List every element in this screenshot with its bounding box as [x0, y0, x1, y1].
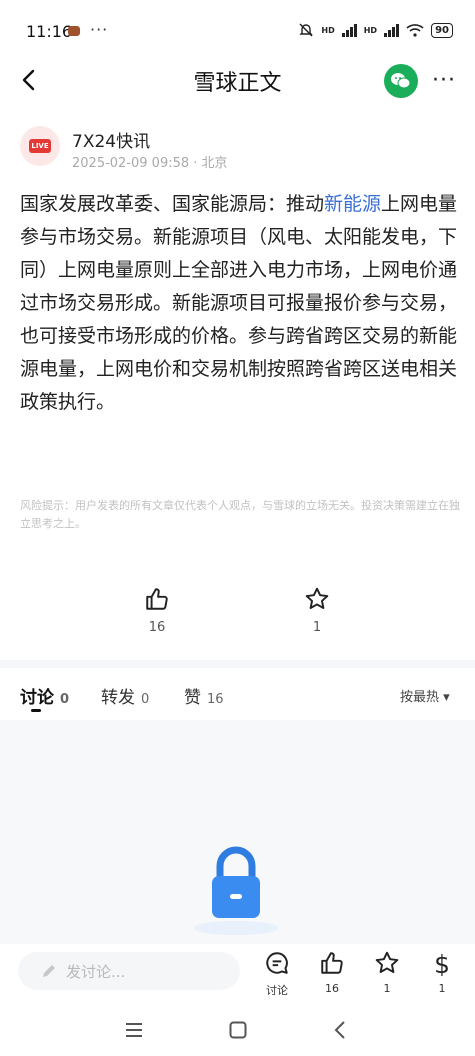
status-time: 11:16 — [26, 22, 73, 41]
risk-notice: 风险提示：用户发表的所有文章仅代表个人观点，与雪球的立场无关。投资决策需建立在独… — [20, 499, 460, 530]
thumbs-up-icon — [146, 588, 168, 610]
comment-input-placeholder: 发讨论... — [66, 963, 126, 981]
tab-likes-label: 赞 — [184, 688, 201, 708]
favorite-stat-button[interactable]: 1 — [287, 586, 347, 635]
system-nav-bar — [0, 1004, 475, 1056]
avatar[interactable]: LIVE — [20, 126, 60, 166]
pencil-icon — [43, 965, 55, 977]
wechat-icon — [391, 73, 411, 89]
network-label-1: HD — [321, 25, 335, 35]
status-more-icon: ··· — [90, 20, 109, 39]
sort-dropdown[interactable]: 按最热 ▾ — [400, 686, 450, 705]
comment-button[interactable]: 讨论 — [257, 950, 297, 998]
article-text-pre: 国家发展改革委、国家能源局：推动 — [20, 193, 325, 215]
like-button-count: 16 — [325, 982, 339, 995]
more-menu-icon[interactable]: ··· — [432, 68, 456, 93]
comments-empty-area — [0, 720, 475, 950]
stock-tag-link[interactable]: 新能源 — [324, 193, 381, 215]
app-notification-icon — [68, 26, 80, 36]
star-icon — [305, 587, 329, 609]
thumbs-up-icon — [321, 952, 343, 974]
reward-button-count: 1 — [438, 982, 446, 995]
tab-likes[interactable]: 赞 16 — [184, 683, 224, 708]
mute-bell-icon — [299, 23, 314, 37]
lock-icon — [194, 846, 278, 935]
like-stat-button[interactable]: 16 — [127, 586, 187, 635]
tab-repost-label: 转发 — [101, 688, 135, 708]
article-text-post: 上网电量参与市场交易。新能源项目（风电、太阳能发电，下同）上网电量原则上全部进入… — [20, 193, 458, 413]
wechat-share-button[interactable] — [384, 64, 418, 98]
live-badge: LIVE — [29, 139, 51, 153]
signal-icon-2 — [384, 23, 400, 37]
signal-icon-1 — [341, 23, 357, 37]
article-body: 国家发展改革委、国家能源局：推动新能源上网电量参与市场交易。新能源项目（风电、太… — [20, 188, 460, 419]
author-name[interactable]: 7X24快讯 — [72, 127, 150, 152]
wifi-icon — [406, 24, 424, 37]
comment-input[interactable]: 发讨论... — [18, 952, 240, 990]
tab-discussion-count: 0 — [60, 692, 70, 707]
like-button[interactable]: 16 — [312, 950, 352, 995]
tab-likes-count: 16 — [207, 692, 224, 707]
section-divider — [0, 660, 475, 668]
svg-text:$: $ — [434, 950, 450, 976]
favorite-count: 1 — [312, 620, 322, 635]
status-indicators: HD HD 90 — [298, 22, 453, 38]
back-nav-icon[interactable] — [332, 1020, 348, 1040]
menu-icon[interactable] — [124, 1021, 144, 1039]
like-count: 16 — [148, 620, 166, 635]
post-meta: 2025-02-09 09:58 · 北京 — [72, 156, 228, 171]
tab-repost[interactable]: 转发 0 — [101, 683, 149, 708]
reward-button[interactable]: $ 1 — [422, 950, 462, 995]
tab-discussion-label: 讨论 — [20, 688, 54, 708]
network-label-2: HD — [363, 25, 378, 35]
star-icon — [375, 951, 399, 973]
favorite-button[interactable]: 1 — [367, 950, 407, 995]
comment-button-label: 讨论 — [266, 984, 288, 997]
battery-icon: 90 — [431, 22, 453, 38]
status-bar: 11:16 ··· HD HD 90 — [0, 0, 475, 62]
home-icon[interactable] — [228, 1020, 248, 1040]
favorite-button-count: 1 — [383, 982, 391, 995]
comment-icon — [266, 952, 288, 974]
dollar-icon: $ — [434, 950, 450, 979]
active-tab-indicator — [31, 709, 41, 712]
tab-discussion[interactable]: 讨论 0 — [20, 683, 69, 708]
tab-repost-count: 0 — [141, 692, 150, 707]
